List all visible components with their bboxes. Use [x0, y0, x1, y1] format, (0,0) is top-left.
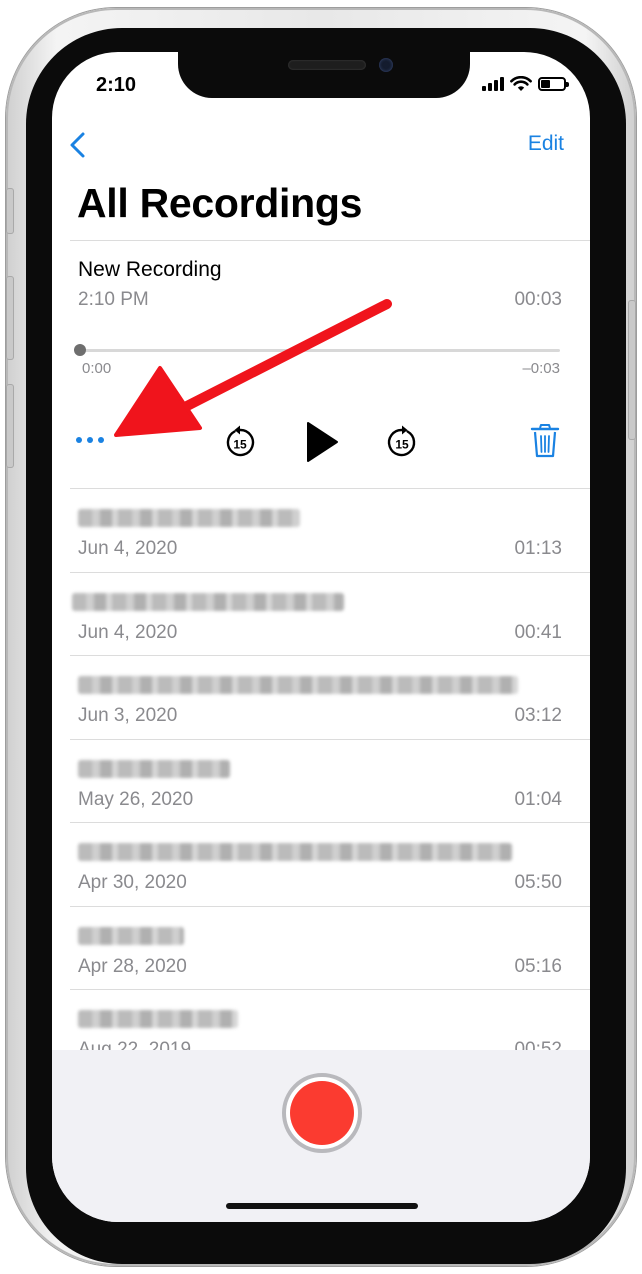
edit-button[interactable]: Edit	[528, 132, 564, 156]
current-recording-duration: 00:03	[514, 289, 562, 310]
recording-date: Jun 4, 2020	[78, 621, 178, 643]
recording-title-redacted	[78, 759, 230, 778]
list-item[interactable]: Jun 4, 2020 00:41	[70, 571, 590, 656]
earpiece-speaker	[288, 60, 366, 70]
recordings-list: Jun 4, 2020 01:13 Jun 4, 2020 00:41 Jun …	[52, 488, 590, 1073]
record-button[interactable]	[282, 1073, 362, 1153]
status-icons	[482, 76, 569, 92]
home-indicator[interactable]	[226, 1203, 418, 1209]
silent-switch	[6, 188, 14, 234]
annotation-arrow-icon	[114, 299, 392, 437]
notch	[178, 52, 470, 98]
front-camera	[379, 58, 393, 72]
list-item[interactable]: May 26, 2020 01:04	[70, 738, 590, 823]
recording-duration: 00:41	[514, 621, 562, 643]
recording-title-redacted	[78, 1010, 238, 1028]
record-icon	[290, 1081, 354, 1145]
screen: 2:10 Edit All Recordings New Recording 2…	[52, 52, 590, 1222]
more-dots-icon[interactable]	[76, 430, 110, 450]
recording-duration: 05:50	[514, 872, 562, 893]
scrubber-handle[interactable]	[74, 344, 86, 356]
chevron-left-icon[interactable]	[66, 130, 90, 160]
recording-title-redacted	[78, 676, 518, 694]
battery-icon	[538, 77, 569, 91]
title-divider	[70, 240, 590, 241]
recording-duration: 03:12	[514, 705, 562, 726]
cellular-signal-icon	[482, 77, 504, 91]
recording-title-redacted	[78, 926, 184, 945]
recording-title-redacted	[72, 592, 344, 611]
elapsed-time: 0:00	[82, 360, 112, 377]
volume-down-button	[6, 384, 14, 468]
side-button	[628, 300, 636, 440]
recording-duration: 05:16	[514, 955, 562, 977]
list-item[interactable]: Jun 4, 2020 01:13	[70, 488, 590, 572]
status-time: 2:10	[96, 74, 137, 96]
list-item[interactable]: Jun 3, 2020 03:12	[70, 655, 590, 739]
recording-date: Apr 30, 2020	[78, 872, 187, 893]
remaining-time: –0:03	[522, 360, 560, 377]
recording-date: Jun 3, 2020	[78, 705, 178, 726]
list-item[interactable]: Apr 30, 2020 05:50	[70, 822, 590, 906]
page-title: All Recordings	[77, 180, 363, 226]
list-item[interactable]: Apr 28, 2020 05:16	[70, 905, 590, 990]
current-recording-name[interactable]: New Recording	[78, 258, 222, 282]
recording-title-redacted	[78, 843, 512, 861]
recording-duration: 01:04	[514, 788, 562, 810]
recording-date: Jun 4, 2020	[78, 538, 178, 559]
recording-date: Apr 28, 2020	[78, 955, 187, 977]
trash-icon[interactable]	[530, 423, 560, 459]
volume-up-button	[6, 276, 14, 360]
recording-title-redacted	[78, 509, 300, 527]
recording-date: May 26, 2020	[78, 788, 194, 810]
recording-duration: 01:13	[514, 538, 562, 559]
wifi-icon	[510, 76, 532, 91]
